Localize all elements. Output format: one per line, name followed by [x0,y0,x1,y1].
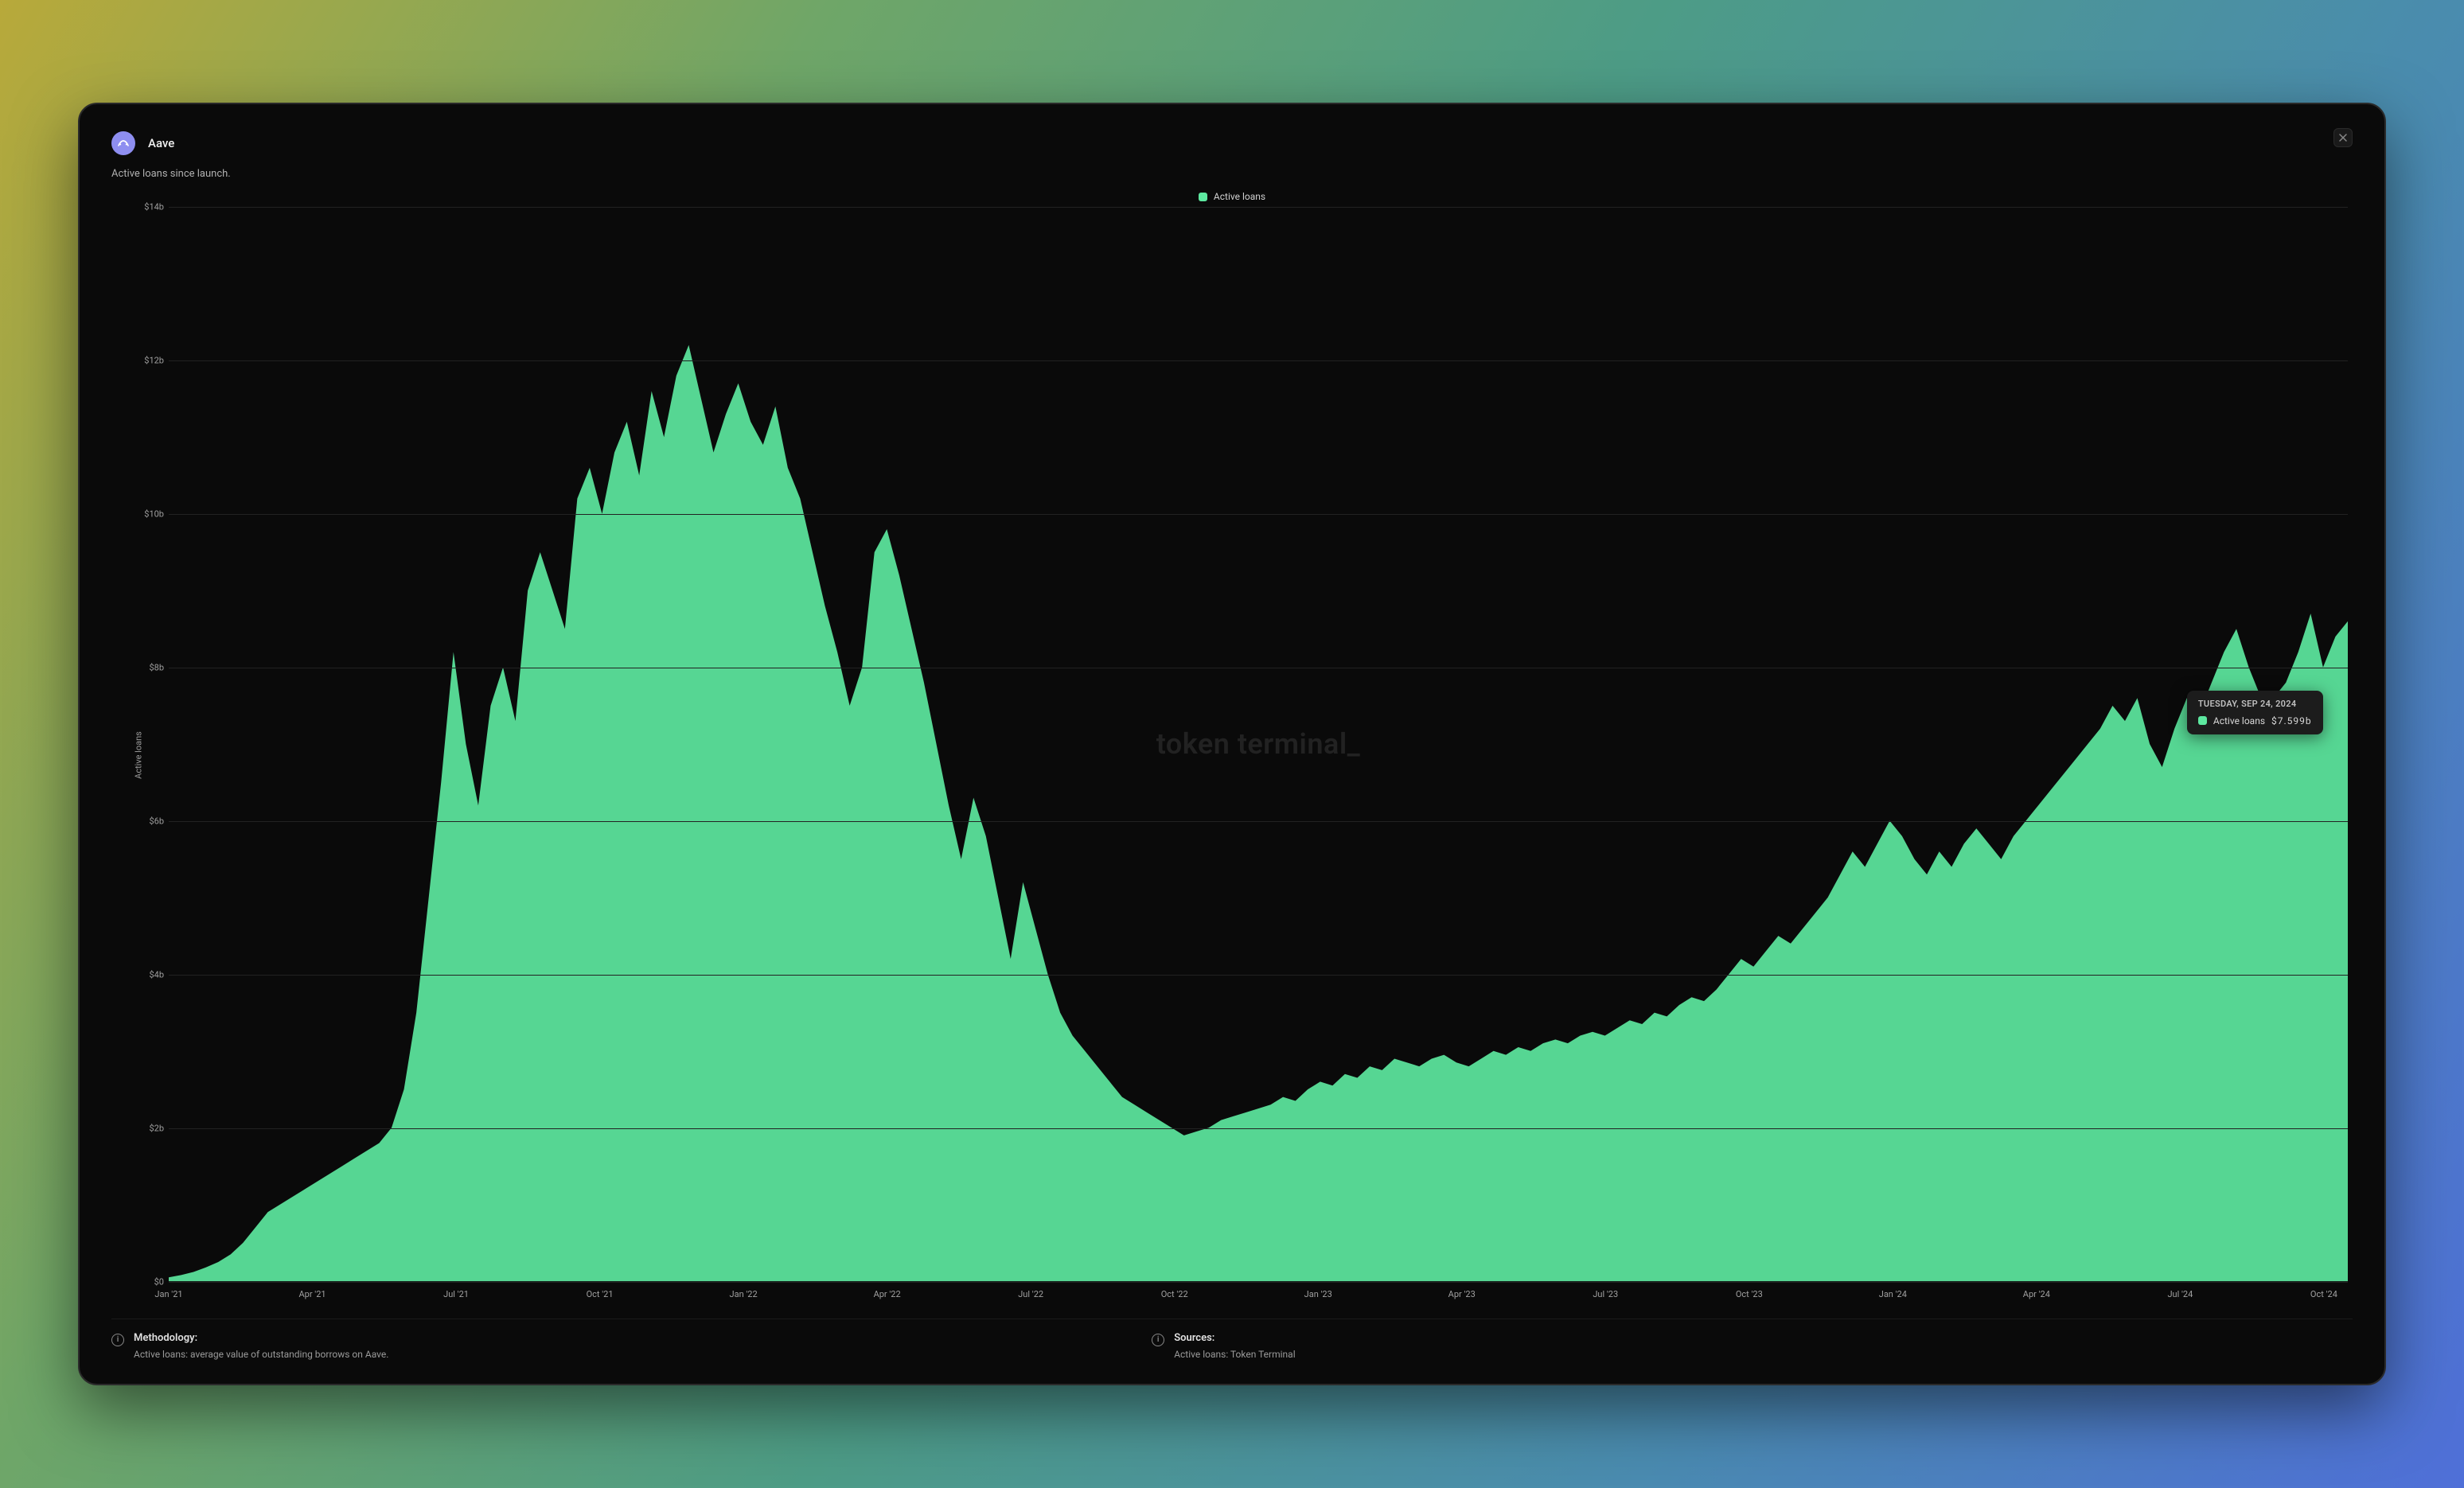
tooltip-value: $7.599b [2271,715,2312,726]
aave-logo-icon [111,131,135,155]
x-tick-label: Jan '24 [1879,1289,1907,1299]
y-tick-label: $8b [129,663,164,673]
y-tick-label: $4b [129,969,164,980]
y-axis-label: Active loans [133,732,143,780]
tooltip-series-label: Active loans [2213,715,2265,726]
methodology-heading: Methodology: [134,1332,388,1344]
x-tick-label: Apr '24 [2023,1289,2050,1299]
gridline [169,514,2348,515]
x-tick-label: Jul '22 [1018,1289,1043,1299]
x-tick-label: Jan '22 [730,1289,758,1299]
info-icon: i [111,1334,124,1346]
gridline [169,1128,2348,1129]
legend-series-label: Active loans [1214,191,1265,202]
close-button[interactable] [2333,128,2353,147]
x-tick-label: Jul '21 [443,1289,469,1299]
gridline [169,207,2348,208]
tooltip-date: TUESDAY, SEP 24, 2024 [2198,699,2312,709]
x-tick-label: Apr '22 [874,1289,901,1299]
footer-methodology: i Methodology: Active loans: average val… [111,1332,1120,1360]
panel-subtitle: Active loans since launch. [111,168,2353,180]
footer-sources: i Sources: Active loans: Token Terminal [1152,1332,2160,1360]
gridline [169,1282,2348,1283]
x-tick-label: Oct '23 [1736,1289,1763,1299]
gridline [169,360,2348,361]
y-tick-label: $12b [129,356,164,366]
panel-header: Aave [111,131,2353,155]
methodology-body: Active loans: average value of outstandi… [134,1349,388,1360]
chart-area[interactable]: Active loans token terminal_ TUESDAY, SE… [129,207,2348,1303]
x-tick-label: Jan '21 [154,1289,182,1299]
chart-panel: Aave Active loans since launch. Active l… [78,103,2386,1385]
panel-footer: i Methodology: Active loans: average val… [111,1319,2353,1360]
close-icon [2339,134,2347,142]
y-tick-label: $0 [129,1276,164,1287]
legend-swatch-icon [1199,193,1207,201]
gridline [169,975,2348,976]
y-tick-label: $6b [129,816,164,826]
area-series [169,207,2348,1281]
panel-title: Aave [148,136,174,150]
x-tick-label: Jul '24 [2167,1289,2193,1299]
plot-region: token terminal_ TUESDAY, SEP 24, 2024 Ac… [169,207,2348,1281]
sources-heading: Sources: [1174,1332,1295,1344]
tooltip-swatch-icon [2198,716,2207,725]
chart-tooltip: TUESDAY, SEP 24, 2024 Active loans $7.59… [2187,691,2323,734]
x-tick-label: Jan '23 [1304,1289,1332,1299]
x-tick-label: Oct '21 [587,1289,614,1299]
sources-body: Active loans: Token Terminal [1174,1349,1295,1360]
x-tick-label: Oct '24 [2310,1289,2337,1299]
x-tick-label: Oct '22 [1161,1289,1188,1299]
info-icon: i [1152,1334,1164,1346]
chart-legend: Active loans [111,191,2353,202]
x-tick-label: Apr '23 [1448,1289,1476,1299]
y-tick-label: $10b [129,509,164,520]
gridline [169,821,2348,822]
y-tick-label: $14b [129,202,164,212]
x-tick-label: Apr '21 [298,1289,326,1299]
y-tick-label: $2b [129,1123,164,1133]
x-tick-label: Jul '23 [1593,1289,1618,1299]
